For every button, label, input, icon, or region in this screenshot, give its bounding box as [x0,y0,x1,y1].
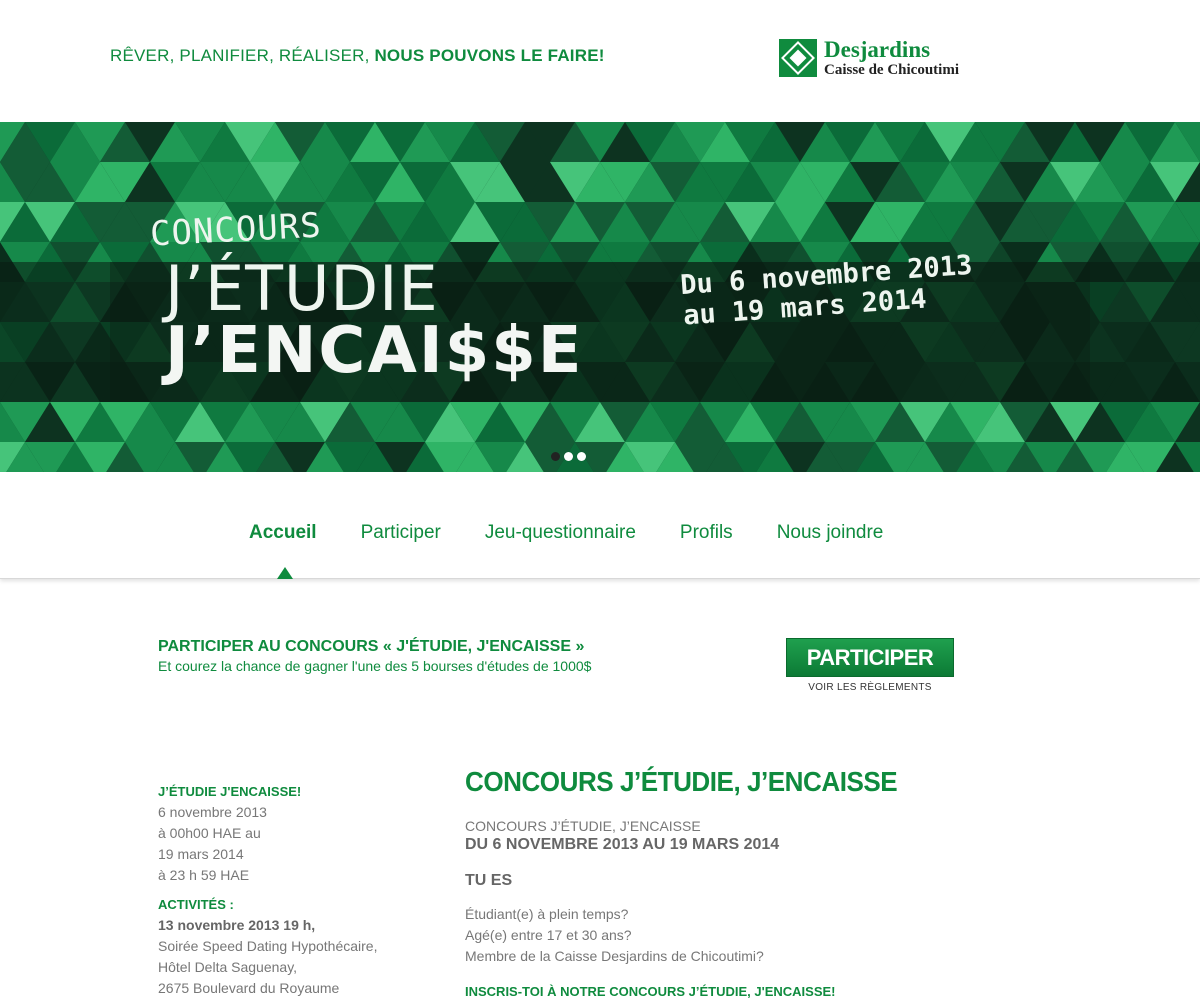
slider-dots [551,452,586,461]
sidebar-section-title: ACTIVITÉS : [158,897,234,912]
hero-encaisse: J’ENCAI$$E [165,314,584,388]
main-subtitle: CONCOURS J’ÉTUDIE, J’ENCAISSE [465,818,701,834]
sidebar-line: 6 novembre 2013 [158,804,267,820]
desjardins-logo-icon [779,39,817,77]
slider-dot-3[interactable] [577,452,586,461]
nav-item-participer[interactable]: Participer [361,522,441,544]
main-navigation: Accueil Participer Jeu-questionnaire Pro… [0,472,1200,579]
sidebar-line: à 00h00 HAE au [158,825,261,841]
main-content: CONCOURS J’ÉTUDIE, J’ENCAISSE CONCOURS J… [465,766,985,999]
desjardins-logo[interactable]: Desjardins Caisse de Chicoutimi [779,38,959,78]
sidebar-line: Hôtel Delta Saguenay, [158,959,298,975]
voir-reglements-link[interactable]: VOIR LES RÈGLEMENTS [786,682,954,693]
active-nav-caret-icon [277,567,293,579]
sidebar: J’ÉTUDIE J'ENCAISSE! 6 novembre 2013 à 0… [158,781,418,999]
cta-title: PARTICIPER AU CONCOURS « J'ÉTUDIE, J'ENC… [158,638,585,655]
nav-item-profils[interactable]: Profils [680,522,733,544]
sidebar-line: à 23 h 59 HAE [158,867,250,883]
tagline-regular: RÊVER, PLANIFIER, RÉALISER, [110,46,375,65]
hero-banner: CONCOURS J’ÉTUDIE J’ENCAI$$E Du 6 novemb… [0,122,1200,472]
cta-subtitle: Et courez la chance de gagner l'une des … [158,658,592,674]
signup-link[interactable]: INSCRIS-TOI À NOTRE CONCOURS J’ÉTUDIE, J… [465,984,985,999]
nav-item-accueil[interactable]: Accueil [249,522,317,544]
site-header: RÊVER, PLANIFIER, RÉALISER, NOUS POUVONS… [0,0,1200,122]
tu-es-heading: TU ES [465,872,513,889]
sidebar-line: 19 mars 2014 [158,846,244,862]
list-item: Membre de la Caisse Desjardins de Chicou… [465,948,764,964]
logo-name: Desjardins [824,37,931,62]
list-item: Étudiant(e) à plein temps? [465,906,629,922]
page-title: CONCOURS J’ÉTUDIE, J’ENCAISSE [465,766,898,797]
nav-item-nous-joindre[interactable]: Nous joindre [777,522,884,544]
logo-subtitle: Caisse de Chicoutimi [824,62,959,78]
criteria-list: Étudiant(e) à plein temps? Agé(e) entre … [465,904,985,967]
participer-button[interactable]: PARTICIPER [786,638,954,677]
sidebar-line: 2675 Boulevard du Royaume [158,980,340,996]
activity-date: 13 novembre 2013 19 h, [158,917,316,933]
sidebar-line: Soirée Speed Dating Hypothécaire, [158,938,378,954]
slider-dot-1[interactable] [551,452,560,461]
slider-dot-2[interactable] [564,452,573,461]
main-dates: DU 6 NOVEMBRE 2013 AU 19 MARS 2014 [465,836,780,853]
tagline-bold: NOUS POUVONS LE FAIRE! [374,46,605,65]
tagline: RÊVER, PLANIFIER, RÉALISER, NOUS POUVONS… [110,46,605,66]
nav-item-jeu-questionnaire[interactable]: Jeu-questionnaire [485,522,636,544]
list-item: Agé(e) entre 17 et 30 ans? [465,927,632,943]
sidebar-section-title: J’ÉTUDIE J'ENCAISSE! [158,784,302,799]
